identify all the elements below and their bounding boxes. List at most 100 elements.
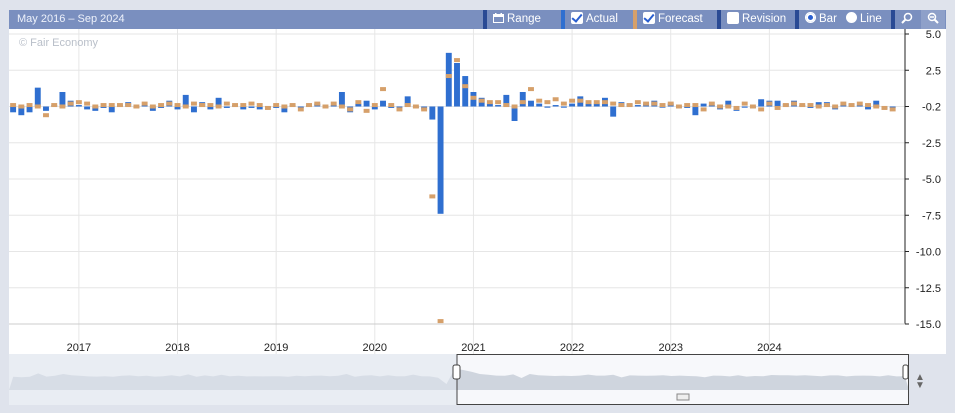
forecast-marker [388, 103, 395, 108]
forecast-marker [125, 103, 132, 108]
forecast-marker [306, 103, 312, 108]
forecast-marker [133, 104, 140, 109]
actual-bar [536, 103, 543, 107]
forecast-marker [478, 98, 485, 103]
revision-toggle[interactable]: Revision [727, 10, 786, 29]
forecast-marker [330, 101, 337, 106]
forecast-marker [585, 100, 592, 105]
forecast-marker [700, 107, 707, 112]
forecast-marker [454, 58, 460, 63]
forecast-marker [667, 101, 674, 106]
forecast-marker [832, 104, 839, 109]
forecast-marker [297, 107, 304, 112]
forecast-marker [823, 103, 830, 108]
copyright-watermark: © Fair Economy [19, 37, 99, 49]
forecast-marker [717, 104, 724, 109]
forecast-marker [26, 103, 33, 108]
actual-bar [610, 106, 617, 117]
navigator-right-handle[interactable] [902, 364, 909, 380]
line-mode-option[interactable]: Line [846, 10, 882, 29]
actual-bar [380, 100, 386, 107]
forecast-checkbox[interactable] [643, 12, 655, 24]
forecast-marker [684, 103, 691, 108]
forecast-marker [626, 103, 633, 108]
zoom-in-icon [901, 12, 913, 24]
actual-bar [462, 76, 469, 107]
actual-bar [26, 106, 33, 113]
forecast-marker [733, 105, 740, 110]
forecast-marker [429, 194, 436, 199]
y-tick-label: -15.0 [916, 319, 941, 331]
navigator-scroll-arrows-icon[interactable]: ▲ ▼ [915, 372, 925, 391]
forecast-marker [602, 100, 608, 105]
forecast-marker [322, 104, 329, 109]
actual-bar [437, 106, 444, 214]
forecast-marker [470, 95, 477, 100]
forecast-marker [511, 104, 518, 109]
actual-bar [363, 100, 370, 107]
forecast-marker [462, 84, 469, 89]
navigator-minimap[interactable] [9, 354, 909, 405]
forecast-color-swatch [633, 10, 637, 29]
navigator-scrollbar-grip[interactable] [676, 393, 690, 401]
actual-bar [43, 106, 49, 111]
navigator-left-handle[interactable] [452, 364, 461, 380]
forecast-marker [782, 103, 789, 108]
forecast-marker [799, 103, 806, 108]
x-tick-label: 2023 [658, 342, 682, 354]
forecast-marker [289, 103, 296, 108]
zoom-in-button[interactable] [895, 10, 919, 29]
actual-bar [511, 106, 518, 121]
actual-checkbox[interactable] [571, 12, 583, 24]
line-radio[interactable] [846, 12, 857, 23]
forecast-marker [404, 103, 411, 108]
forecast-marker [314, 101, 321, 106]
chart-area: 5.0 2.5 -0.2 -2.5 -5.0 -7.5 -10.0 -12.5 -15.0 201… [9, 29, 946, 354]
forecast-marker [34, 104, 41, 109]
forecast-marker [618, 103, 625, 108]
forecast-marker [815, 104, 822, 109]
forecast-marker [692, 103, 699, 108]
bar-radio[interactable] [805, 12, 816, 23]
forecast-marker [486, 100, 493, 105]
actual-bar [75, 105, 82, 107]
range-navigator[interactable] [9, 354, 909, 405]
zoom-out-icon [927, 12, 939, 24]
forecast-marker [659, 103, 666, 108]
forecast-toggle[interactable]: Forecast [643, 10, 703, 29]
actual-toggle[interactable]: Actual [571, 10, 618, 29]
actual-bar [528, 100, 534, 107]
bar-mode-option[interactable]: Bar [805, 10, 837, 29]
y-tick-label: -0.2 [922, 102, 941, 114]
zoom-out-button[interactable] [921, 10, 945, 29]
forecast-marker [166, 101, 173, 106]
range-button[interactable]: Range [493, 10, 541, 29]
forecast-marker [725, 104, 732, 109]
forecast-marker [75, 100, 82, 105]
y-tick-label: -2.5 [922, 138, 941, 150]
forecast-marker [528, 87, 534, 92]
y-tick-label: -7.5 [922, 210, 941, 222]
date-range-title: May 2016 – Sep 2024 [17, 13, 125, 25]
actual-bar [552, 105, 559, 107]
forecast-marker [881, 105, 888, 110]
actual-color-swatch [561, 10, 565, 29]
forecast-marker [552, 97, 559, 102]
forecast-marker [59, 104, 66, 109]
forecast-marker [560, 101, 567, 106]
forecast-marker [766, 101, 773, 106]
y-tick-label: -12.5 [916, 283, 941, 295]
forecast-marker [149, 104, 156, 109]
forecast-marker [190, 101, 197, 106]
actual-bar [445, 52, 452, 107]
x-tick-label: 2022 [560, 342, 584, 354]
forecast-marker [182, 104, 189, 109]
actual-bar [84, 106, 91, 110]
forecast-marker [338, 104, 345, 109]
revision-checkbox[interactable] [727, 12, 739, 24]
range-button-label: Range [507, 13, 541, 25]
forecast-marker [856, 101, 863, 106]
forecast-marker [67, 101, 74, 106]
bar-label: Bar [819, 13, 837, 25]
scroll-down-icon[interactable]: ▼ [915, 380, 925, 391]
